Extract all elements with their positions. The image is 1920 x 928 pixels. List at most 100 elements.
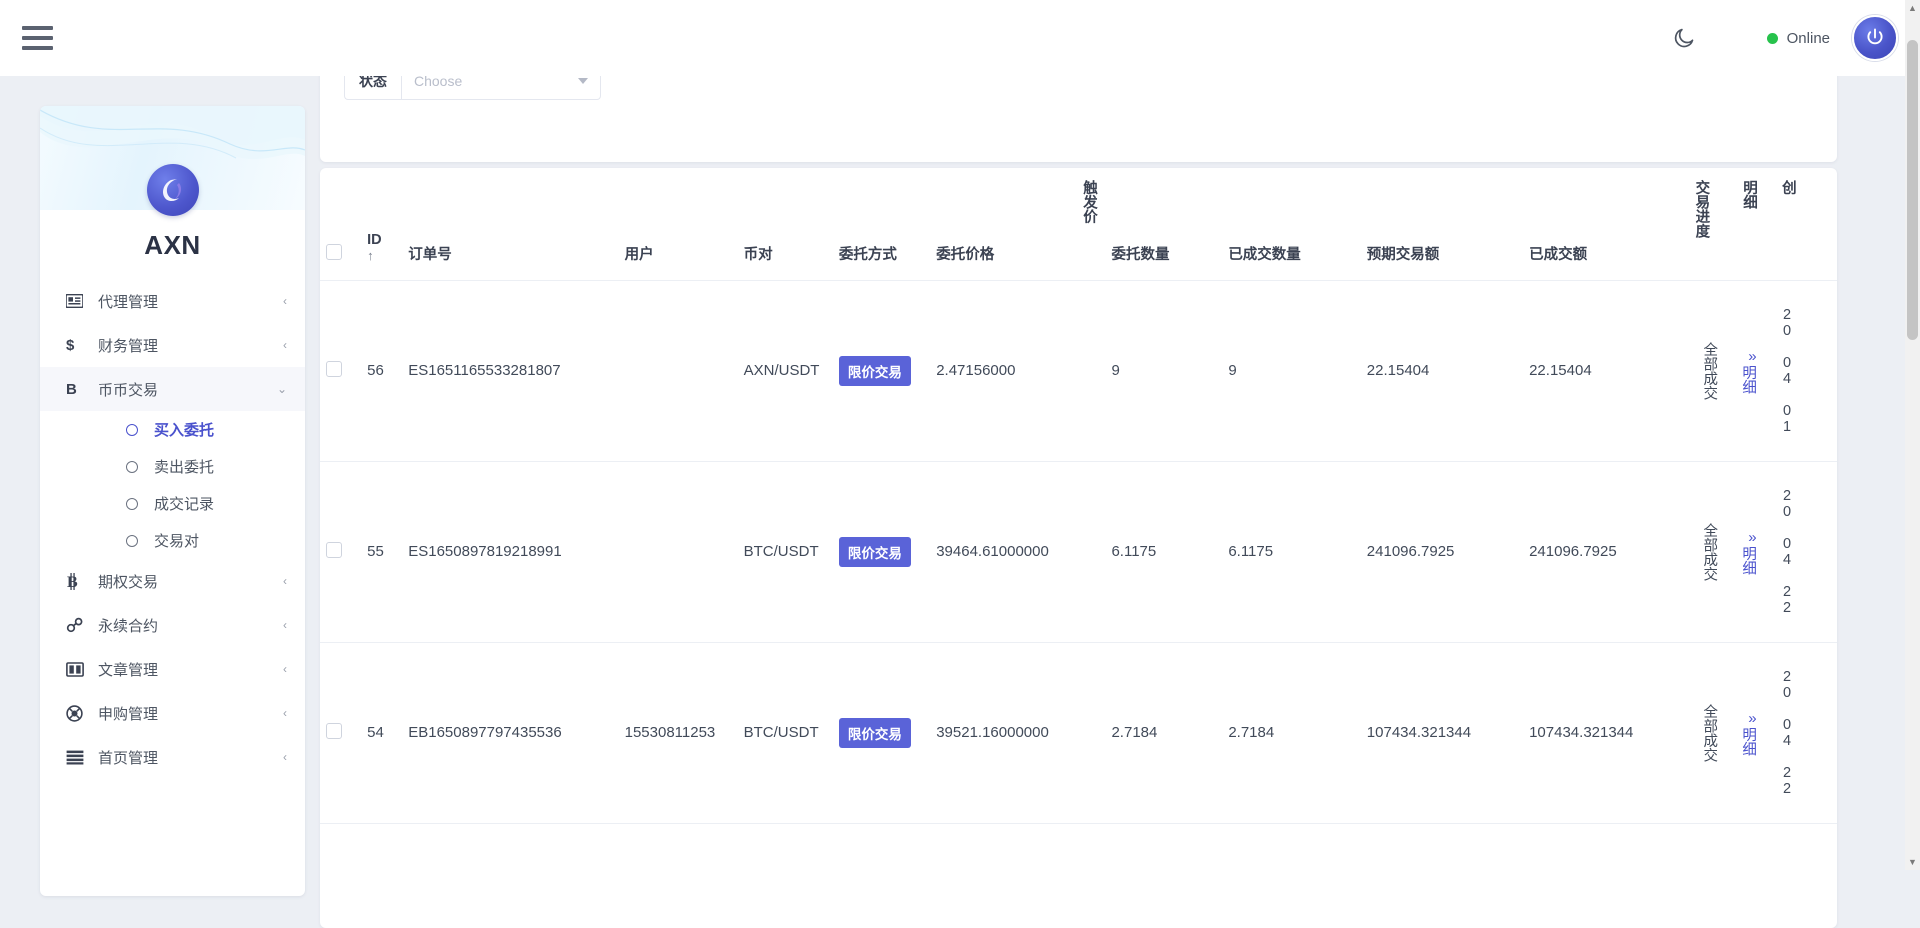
sidebar-subitem-sell-orders[interactable]: 卖出委托 [40,448,305,485]
avatar[interactable] [1852,15,1898,61]
radio-circle-icon [126,498,138,510]
sidebar-item-finance-management[interactable]: $ 财务管理 ‹ [40,323,305,367]
table-row[interactable]: 55 ES1650897819218991 BTC/USDT 限价交易 3946… [320,461,1837,642]
detail-chevron-icon[interactable]: » [1739,529,1766,546]
column-header-expected-amount[interactable]: 预期交易额 [1361,168,1523,280]
sort-asc-icon: ↑ [367,249,396,264]
cell-order-no [402,823,618,876]
cell-user [619,823,738,876]
detail-link[interactable]: 明细 [1739,365,1757,394]
table-row[interactable]: 56 ES1651165533281807 AXN/USDT 限价交易 2.47… [320,280,1837,461]
column-header-filled-amount[interactable]: 已成交额 [1523,168,1685,280]
cell-pair: AXN/USDT [738,280,833,461]
sidebar-item-label: 文章管理 [92,659,283,680]
detail-chevron-icon[interactable]: » [1739,710,1766,727]
cell-id: 56 [361,280,402,461]
column-header-pair[interactable]: 币对 [738,168,833,280]
page-scrollbar[interactable]: ▲ ▼ [1905,0,1920,870]
chevron-left-icon: ‹ [283,706,287,720]
row-checkbox[interactable] [326,542,342,558]
online-status: Online [1767,30,1830,47]
news-icon [66,662,92,677]
column-header-trigger-price[interactable]: 触发价 [1073,168,1105,280]
column-header-filled-qty[interactable]: 已成交数量 [1222,168,1360,280]
bitcoin-icon: B [66,573,92,590]
cell-created: 20 04 22 [1772,461,1837,642]
column-header-order-price[interactable]: 委托价格 [930,168,1073,280]
column-header-order-qty[interactable]: 委托数量 [1105,168,1222,280]
sidebar-subitem-trading-pairs[interactable]: 交易对 [40,522,305,559]
moon-icon[interactable] [1661,15,1707,61]
cell-detail[interactable]: » 明细 [1733,642,1772,823]
progress-label: 全部成交 [1700,523,1718,581]
dollar-icon: $ [66,337,92,354]
table-header-row: ID ↑ 订单号 用户 币对 委托方式 委托价格 触发价 委托数量 已成交数量 … [320,168,1837,280]
row-checkbox[interactable] [326,723,342,739]
column-header-created[interactable]: 创 [1772,168,1837,280]
cell-progress: 全部成交 [1685,280,1733,461]
column-header-progress[interactable]: 交易进度 [1685,168,1733,280]
table-row[interactable] [320,823,1837,876]
cell-pair: BTC/USDT [738,461,833,642]
main-content: UID 用户名/手机/邮箱 时间 [320,0,1900,870]
cell-pair: BTC/USDT [738,642,833,823]
sidebar-subitem-buy-orders[interactable]: 买入委托 [40,411,305,448]
cell-id: 54 [361,642,402,823]
row-checkbox[interactable] [326,361,342,377]
sidebar-item-homepage-management[interactable]: 首页管理 ‹ [40,735,305,779]
cell-pair [738,823,833,876]
chevron-left-icon: ‹ [283,294,287,308]
cell-filled-amount: 241096.7925 [1523,461,1685,642]
cell-detail[interactable]: » 明细 [1733,461,1772,642]
cell-filled-amount [1523,823,1685,876]
created-date: 20 04 01 [1778,307,1796,435]
sidebar-item-coin-trading[interactable]: B 币币交易 ⌄ [40,367,305,411]
cell-expected-amount: 107434.321344 [1361,642,1523,823]
detail-link[interactable]: 明细 [1739,727,1757,756]
column-header-id-label: ID [367,232,396,249]
radio-circle-icon [126,535,138,547]
sidebar-subitem-trade-records[interactable]: 成交记录 [40,485,305,522]
sidebar-subitem-label: 交易对 [154,530,199,551]
cell-order-qty: 2.7184 [1105,642,1222,823]
scroll-up-icon[interactable]: ▲ [1905,0,1920,16]
scroll-down-icon[interactable]: ▼ [1905,854,1920,870]
sidebar-item-options-trading[interactable]: B 期权交易 ‹ [40,559,305,603]
order-type-badge: 限价交易 [839,356,911,386]
cell-filled-qty: 6.1175 [1222,461,1360,642]
column-header-id[interactable]: ID ↑ [361,168,402,280]
cell-order-price: 39521.16000000 [930,642,1073,823]
sidebar-item-perpetual-contract[interactable]: 永续合约 ‹ [40,603,305,647]
sidebar-title: AXN [144,230,200,261]
column-header-order-no[interactable]: 订单号 [402,168,618,280]
sidebar-item-article-management[interactable]: 文章管理 ‹ [40,647,305,691]
cell-filled-qty: 9 [1222,280,1360,461]
select-all-checkbox[interactable] [326,244,342,260]
column-header-user[interactable]: 用户 [619,168,738,280]
column-header-order-type[interactable]: 委托方式 [833,168,930,280]
sidebar-item-label: 首页管理 [92,747,283,768]
cell-user [619,280,738,461]
sidebar-item-agent-management[interactable]: 代理管理 ‹ [40,279,305,323]
sidebar-item-subscription-management[interactable]: 申购管理 ‹ [40,691,305,735]
select-all-header [320,168,361,280]
table-row[interactable]: 54 EB1650897797435536 15530811253 BTC/US… [320,642,1837,823]
cell-detail[interactable]: » 明细 [1733,280,1772,461]
created-date: 20 04 22 [1778,488,1796,616]
sidebar: AXN 代理管理 ‹ $ 财务管理 ‹ B 币币交易 ⌄ [40,106,305,896]
cell-order-qty: 9 [1105,280,1222,461]
hamburger-icon[interactable] [22,23,56,53]
detail-link[interactable]: 明细 [1739,546,1757,575]
cell-id: 55 [361,461,402,642]
detail-chevron-icon[interactable]: » [1739,348,1766,365]
orders-table: ID ↑ 订单号 用户 币对 委托方式 委托价格 触发价 委托数量 已成交数量 … [320,168,1837,876]
progress-label: 全部成交 [1700,704,1718,762]
cell-created [1772,823,1837,876]
scrollbar-thumb[interactable] [1907,40,1918,340]
table-head: ID ↑ 订单号 用户 币对 委托方式 委托价格 触发价 委托数量 已成交数量 … [320,168,1837,280]
axn-logo-icon [147,164,199,216]
column-header-detail[interactable]: 明细 [1733,168,1772,280]
cell-detail [1733,823,1772,876]
lifebuoy-icon [66,705,92,722]
cell-order-price: 39464.61000000 [930,461,1073,642]
